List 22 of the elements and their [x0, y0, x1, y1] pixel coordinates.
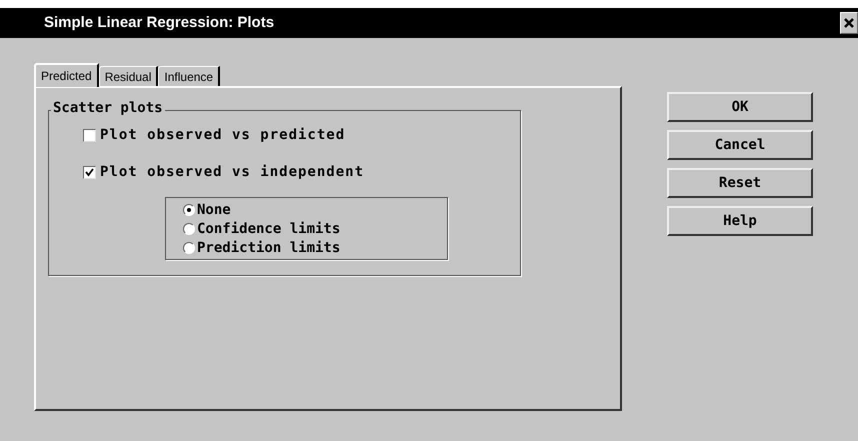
radio-button[interactable] — [183, 204, 195, 216]
tab[interactable]: Influence — [158, 66, 220, 86]
radio-button[interactable] — [183, 242, 195, 254]
dialog-button[interactable]: Reset — [667, 168, 813, 198]
checkbox-label: Plot observed vs predicted — [100, 126, 346, 144]
checkbox-label: Plot observed vs independent — [100, 162, 364, 182]
check-icon — [85, 168, 94, 176]
tab[interactable]: Predicted — [34, 63, 99, 87]
close-icon — [844, 18, 854, 28]
group-title: Scatter plots — [51, 100, 165, 116]
checkbox[interactable] — [83, 128, 96, 142]
radio-label: None — [197, 202, 231, 218]
radio-label: Prediction limits — [197, 240, 340, 256]
dialog-button[interactable]: OK — [667, 92, 813, 122]
window-title: Simple Linear Regression: Plots — [44, 12, 274, 33]
dialog-button[interactable]: Help — [667, 206, 813, 236]
radio-label: Confidence limits — [197, 220, 340, 236]
close-button[interactable] — [840, 12, 858, 34]
radio-button[interactable] — [183, 222, 195, 234]
checkbox[interactable] — [83, 166, 96, 178]
dialog-button[interactable]: Cancel — [667, 130, 813, 160]
tab[interactable]: Residual — [98, 66, 158, 86]
